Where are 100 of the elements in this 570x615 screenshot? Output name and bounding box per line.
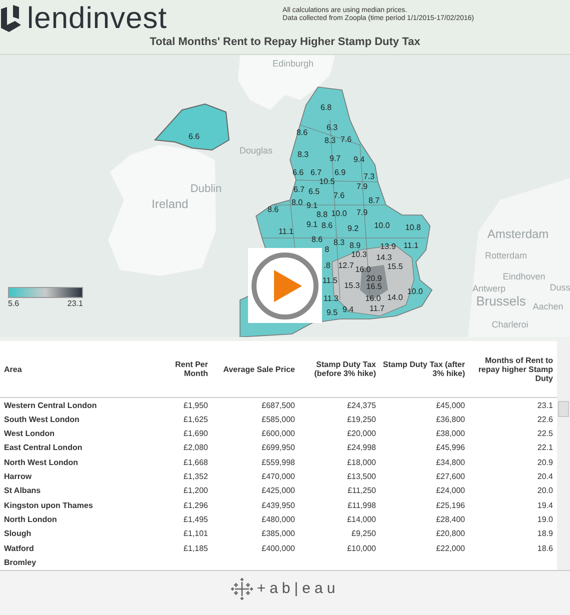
region-value: 8.6	[267, 204, 279, 216]
region-value: 6.8	[320, 102, 332, 114]
table-cell-text: £28,400	[435, 514, 465, 526]
region-value: 8.6	[311, 234, 323, 246]
play-button[interactable]	[248, 248, 322, 323]
region-value: 8.7	[368, 195, 380, 207]
table-cell-text: £19,250	[346, 414, 376, 426]
table-cell-text: £27,600	[435, 471, 465, 484]
logo-icon	[1, 5, 21, 33]
table-cell-text: £9,250	[350, 528, 376, 540]
region-value: 6.6	[292, 167, 304, 179]
place-label: Brussels	[476, 293, 526, 310]
region-value: 8.8	[316, 209, 328, 221]
region-value: 16.5	[366, 282, 382, 293]
region-value: 7.9	[356, 207, 368, 219]
place-label: Dublin	[190, 182, 222, 197]
table-cell-text: £559,998	[260, 456, 295, 469]
table-cell-text: £11,998	[346, 500, 376, 512]
table-cell-text: £45,000	[435, 400, 465, 412]
place-label: Douglas	[239, 144, 273, 158]
region-value: 14.0	[387, 292, 403, 304]
table-cell-text: £13,500	[346, 471, 376, 484]
place-label: Charleroi	[492, 318, 528, 332]
region-value: 8.3	[333, 237, 345, 249]
column-header: Stamp Duty Tax (before 3% hike)	[313, 360, 376, 378]
brand-name: lendinvest	[27, 2, 168, 36]
region-value: 11.5	[322, 275, 338, 287]
region-value: 6.6	[188, 131, 200, 143]
region-value: 16.0	[355, 264, 371, 275]
table-cell-text: £1,625	[182, 414, 208, 426]
table-cell-text: £425,000	[260, 485, 295, 498]
table-cell-text: North West London	[3, 456, 80, 469]
table-cell-text: 18.9	[536, 528, 553, 540]
place-label: Rotterdam	[484, 249, 528, 262]
table-cell-text: £439,950	[260, 500, 295, 512]
region-value: 6.5	[308, 186, 320, 198]
table-cell-text: 20.9	[536, 456, 553, 469]
table-cell-text: £2,080	[182, 442, 208, 454]
table-cell-text: South West London	[3, 414, 80, 426]
scrollbar-thumb[interactable]	[558, 401, 569, 417]
region-value: 7.6	[333, 190, 345, 202]
table-cell-text: £585,000	[260, 414, 295, 426]
region-value: 8	[324, 244, 330, 256]
table-cell-text: West London	[3, 428, 56, 440]
table-cell-text: 18.6	[536, 542, 553, 555]
table-cell-text: Western Central London	[3, 400, 98, 412]
table-cell-text: £20,000	[346, 428, 376, 440]
column-header: Stamp Duty Tax (after 3% hike)	[382, 360, 465, 378]
table-cell-text: Slough	[3, 528, 32, 540]
region-value: 8.6	[296, 127, 308, 139]
region-value: 10.0	[374, 220, 390, 232]
table-cell-text: £45,996	[435, 442, 465, 454]
region-value: 7.9	[356, 181, 368, 193]
region-value: 20.9	[366, 273, 382, 284]
table-cell-text: £24,375	[346, 400, 376, 412]
table-cell-text: East Central London	[3, 442, 84, 454]
column-header: Rent Per Month	[174, 360, 208, 378]
table-cell-text: £10,000	[346, 542, 376, 555]
legend-max: 23.1	[67, 298, 83, 310]
region-value: 6.7	[293, 184, 305, 196]
region-value: 8.6	[321, 220, 333, 232]
column-header: Average Sale Price	[222, 364, 295, 374]
region-value: 9.2	[347, 223, 359, 235]
region-value: 10.0	[407, 286, 423, 298]
table-cell-text: £34,800	[435, 456, 465, 469]
region-value: 10.5	[319, 176, 335, 188]
place-label: Eindhoven	[502, 270, 546, 284]
table-cell-text: 22.6	[536, 414, 553, 426]
table-cell-text: £470,000	[260, 471, 295, 484]
table-cell-text: £600,000	[260, 428, 295, 440]
place-label: Aachen	[532, 300, 564, 314]
region-value: 15.5	[387, 261, 403, 273]
table-cell-text: £1,495	[182, 514, 208, 526]
table-cell-text: 20.4	[536, 471, 553, 484]
column-header: Months of Rent to repay higher Stamp Duty	[477, 356, 553, 383]
table-cell-text: Kingston upon Thames	[3, 500, 94, 512]
table-cell-text: Bromley	[3, 556, 38, 569]
place-label: Edinburgh	[272, 57, 314, 70]
region-value: 8.9	[349, 240, 361, 251]
region-value: 8.3	[297, 149, 309, 161]
table-cell-text: £699,950	[260, 442, 295, 454]
region-value: 9.1	[306, 200, 318, 211]
table-cell-text: £1,950	[182, 400, 208, 412]
region-value: 8.3	[324, 135, 336, 147]
table-cell-text: £22,000	[435, 542, 465, 555]
region-value: 11.1	[278, 226, 294, 238]
table-cell-text: £1,101	[182, 528, 208, 540]
place-label: Amsterdam	[487, 226, 549, 243]
region-value: 10.3	[351, 249, 367, 261]
region-value: 9.7	[329, 153, 341, 165]
table-cell-text: 19.4	[536, 500, 553, 512]
table-cell-text: £385,000	[260, 528, 295, 540]
region-value: 6.9	[334, 167, 346, 178]
table-cell-text: £36,800	[435, 414, 465, 426]
table-cell-text: £1,185	[182, 542, 208, 555]
table-cell-text: 22.5	[536, 428, 553, 440]
table-cell-text: North London	[3, 514, 58, 526]
tableau-logo-icon	[230, 578, 253, 600]
region-value: 6.3	[326, 122, 338, 134]
region-value: 13.9	[380, 241, 396, 253]
